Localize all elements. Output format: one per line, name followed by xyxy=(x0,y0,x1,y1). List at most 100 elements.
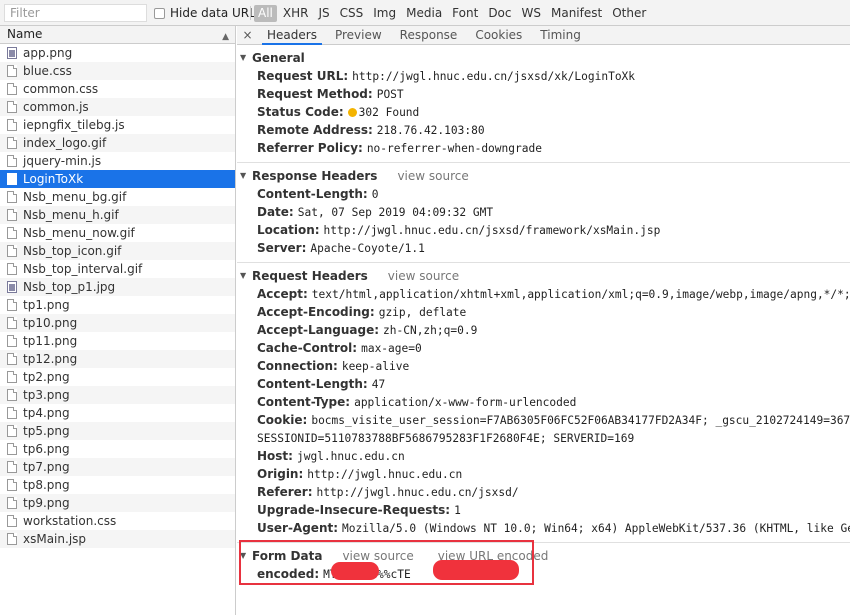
request-name: tp1.png xyxy=(23,298,70,312)
request-name: blue.css xyxy=(23,64,72,78)
request-name: Nsb_menu_now.gif xyxy=(23,226,135,240)
request-row[interactable]: tp3.png xyxy=(0,386,235,404)
request-headers-toggle[interactable]: ▼ Request Headers view source xyxy=(237,267,850,285)
request-row[interactable]: LoginToXk xyxy=(0,170,235,188)
filter-input[interactable] xyxy=(4,4,147,22)
request-row[interactable]: Nsb_menu_h.gif xyxy=(0,206,235,224)
request-row[interactable]: Nsb_menu_bg.gif xyxy=(0,188,235,206)
document-file-icon xyxy=(7,299,17,311)
request-row[interactable]: iepngfix_tilebg.js xyxy=(0,116,235,134)
hide-data-urls-toggle[interactable]: Hide data URLs xyxy=(154,5,262,21)
document-file-icon xyxy=(7,191,17,203)
type-filter-doc[interactable]: Doc xyxy=(484,5,515,22)
request-row[interactable]: tp1.png xyxy=(0,296,235,314)
request-name: tp6.png xyxy=(23,442,70,456)
tab-preview[interactable]: Preview xyxy=(326,26,391,44)
tab-timing[interactable]: Timing xyxy=(531,26,590,44)
document-file-icon xyxy=(7,137,17,149)
request-row[interactable]: Nsb_top_interval.gif xyxy=(0,260,235,278)
tab-response[interactable]: Response xyxy=(391,26,467,44)
request-row[interactable]: tp9.png xyxy=(0,494,235,512)
close-details-icon[interactable]: × xyxy=(237,26,258,44)
request-row[interactable]: common.css xyxy=(0,80,235,98)
request-row[interactable]: tp8.png xyxy=(0,476,235,494)
header-value: jwgl.hnuc.edu.cn xyxy=(296,450,405,463)
request-row[interactable]: Nsb_top_icon.gif xyxy=(0,242,235,260)
section-title: Request Headers xyxy=(252,269,368,283)
document-file-icon xyxy=(7,317,17,329)
type-filter-xhr[interactable]: XHR xyxy=(279,5,313,22)
response-headers-toggle[interactable]: ▼ Response Headers view source xyxy=(237,167,850,185)
document-file-icon xyxy=(7,263,17,275)
document-file-icon xyxy=(7,65,17,77)
tab-cookies[interactable]: Cookies xyxy=(466,26,531,44)
request-row[interactable]: blue.css xyxy=(0,62,235,80)
expand-triangle-icon: ▼ xyxy=(240,171,247,180)
header-name: Request URL: xyxy=(257,69,349,83)
view-source-link[interactable]: view source xyxy=(397,167,468,185)
request-row[interactable]: Nsb_menu_now.gif xyxy=(0,224,235,242)
request-row[interactable]: tp2.png xyxy=(0,368,235,386)
request-name: tp7.png xyxy=(23,460,70,474)
type-filter-all[interactable]: All xyxy=(254,5,277,22)
type-filter-other[interactable]: Other xyxy=(608,5,650,22)
header-row: Status Code: 302 Found xyxy=(237,103,850,121)
general-section-toggle[interactable]: ▼ General xyxy=(237,49,850,67)
request-row[interactable]: tp6.png xyxy=(0,440,235,458)
header-value: http://jwgl.hnuc.edu.cn/jsxsd/xk/LoginTo… xyxy=(352,70,636,83)
hide-data-urls-checkbox[interactable] xyxy=(154,7,165,19)
type-filter-css[interactable]: CSS xyxy=(336,5,368,22)
document-file-icon xyxy=(7,101,17,113)
request-name: iepngfix_tilebg.js xyxy=(23,118,125,132)
header-row: SESSIONID=5110783788BF5686795283F1F2680F… xyxy=(237,429,850,447)
type-filter-manifest[interactable]: Manifest xyxy=(547,5,606,22)
request-name: tp5.png xyxy=(23,424,70,438)
header-name: Status Code: xyxy=(257,105,344,119)
request-row[interactable]: xsMain.jsp xyxy=(0,530,235,548)
type-filter-img[interactable]: Img xyxy=(369,5,400,22)
header-row: Referer: http://jwgl.hnuc.edu.cn/jsxsd/ xyxy=(237,483,850,501)
header-row: Host: jwgl.hnuc.edu.cn xyxy=(237,447,850,465)
request-row[interactable]: tp4.png xyxy=(0,404,235,422)
request-row[interactable]: jquery-min.js xyxy=(0,152,235,170)
request-row[interactable]: Nsb_top_p1.jpg xyxy=(0,278,235,296)
header-row: Content-Type: application/x-www-form-urle… xyxy=(237,393,850,411)
type-filter-js[interactable]: JS xyxy=(314,5,333,22)
type-filter-ws[interactable]: WS xyxy=(518,5,545,22)
status-indicator-icon xyxy=(347,108,357,117)
request-row[interactable]: tp5.png xyxy=(0,422,235,440)
header-value: http://jwgl.hnuc.edu.cn xyxy=(307,468,463,481)
name-column-label: Name xyxy=(7,27,43,41)
view-source-link[interactable]: view source xyxy=(388,267,459,285)
request-headers-section: ▼ Request Headers view source Accept: tex… xyxy=(237,263,850,543)
document-file-icon xyxy=(7,245,17,257)
header-value: Apache-Coyote/1.1 xyxy=(310,242,425,255)
header-name: Accept-Language: xyxy=(257,323,380,337)
header-name: Content-Length: xyxy=(257,377,368,391)
request-row[interactable]: common.js xyxy=(0,98,235,116)
header-value: http://jwgl.hnuc.edu.cn/jsxsd/ xyxy=(316,486,519,499)
type-filter-media[interactable]: Media xyxy=(402,5,446,22)
header-row: Origin: http://jwgl.hnuc.edu.cn xyxy=(237,465,850,483)
type-filter-font[interactable]: Font xyxy=(448,5,482,22)
request-row[interactable]: tp10.png xyxy=(0,314,235,332)
header-value: text/html,application/xhtml+xml,applicat… xyxy=(311,288,850,301)
header-row: Date: Sat, 07 Sep 2019 04:09:32 GMT xyxy=(237,203,850,221)
request-name: app.png xyxy=(23,46,73,60)
request-row[interactable]: tp12.png xyxy=(0,350,235,368)
name-column-header[interactable]: Name ▲ xyxy=(0,26,235,44)
tab-headers[interactable]: Headers xyxy=(258,26,326,45)
request-row[interactable]: app.png xyxy=(0,44,235,62)
request-row[interactable]: tp11.png xyxy=(0,332,235,350)
request-row[interactable]: tp7.png xyxy=(0,458,235,476)
request-row[interactable]: index_logo.gif xyxy=(0,134,235,152)
document-file-icon xyxy=(7,371,17,383)
header-value: SESSIONID=5110783788BF5686795283F1F2680F… xyxy=(257,432,635,445)
resource-type-filters: All XHR JS CSS Img Media Font Doc WS Manifest Othe… xyxy=(254,5,652,22)
request-name: Nsb_top_interval.gif xyxy=(23,262,143,276)
document-file-icon xyxy=(7,497,17,509)
request-row[interactable]: workstation.css xyxy=(0,512,235,530)
header-row: Cookie: bocms_visite_user_session=F7AB630… xyxy=(237,411,850,429)
redaction-mark xyxy=(433,560,519,580)
header-value: no-referrer-when-downgrade xyxy=(366,142,542,155)
